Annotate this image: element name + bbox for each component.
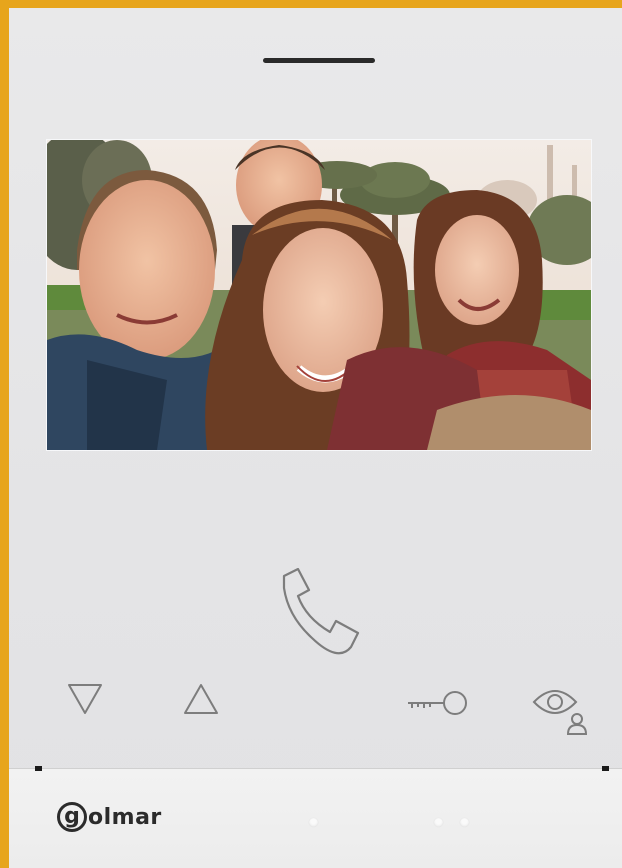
golmar-logo: g olmar (57, 797, 162, 837)
video-feed-image (47, 140, 591, 450)
speaker-grille (263, 58, 375, 63)
triangle-up-icon (184, 684, 218, 714)
down-button[interactable] (67, 682, 103, 716)
door-release-button[interactable] (406, 688, 470, 718)
device-bottom-strip: g olmar (9, 766, 622, 868)
key-icon (408, 691, 467, 715)
status-led-1 (309, 818, 318, 827)
logo-text: olmar (88, 804, 162, 830)
handset-icon (282, 568, 360, 655)
call-button[interactable] (272, 568, 364, 660)
video-screen (46, 139, 592, 451)
right-mount-notch (602, 766, 609, 771)
status-led-2 (434, 818, 443, 827)
left-mount-notch (35, 766, 42, 771)
logo-mark: g (57, 802, 87, 832)
up-button[interactable] (183, 682, 219, 716)
eye-user-icon (532, 690, 588, 735)
view-camera-button[interactable] (532, 680, 590, 736)
status-led-3 (460, 818, 469, 827)
intercom-monitor: g olmar (9, 8, 622, 868)
triangle-down-icon (68, 684, 102, 714)
